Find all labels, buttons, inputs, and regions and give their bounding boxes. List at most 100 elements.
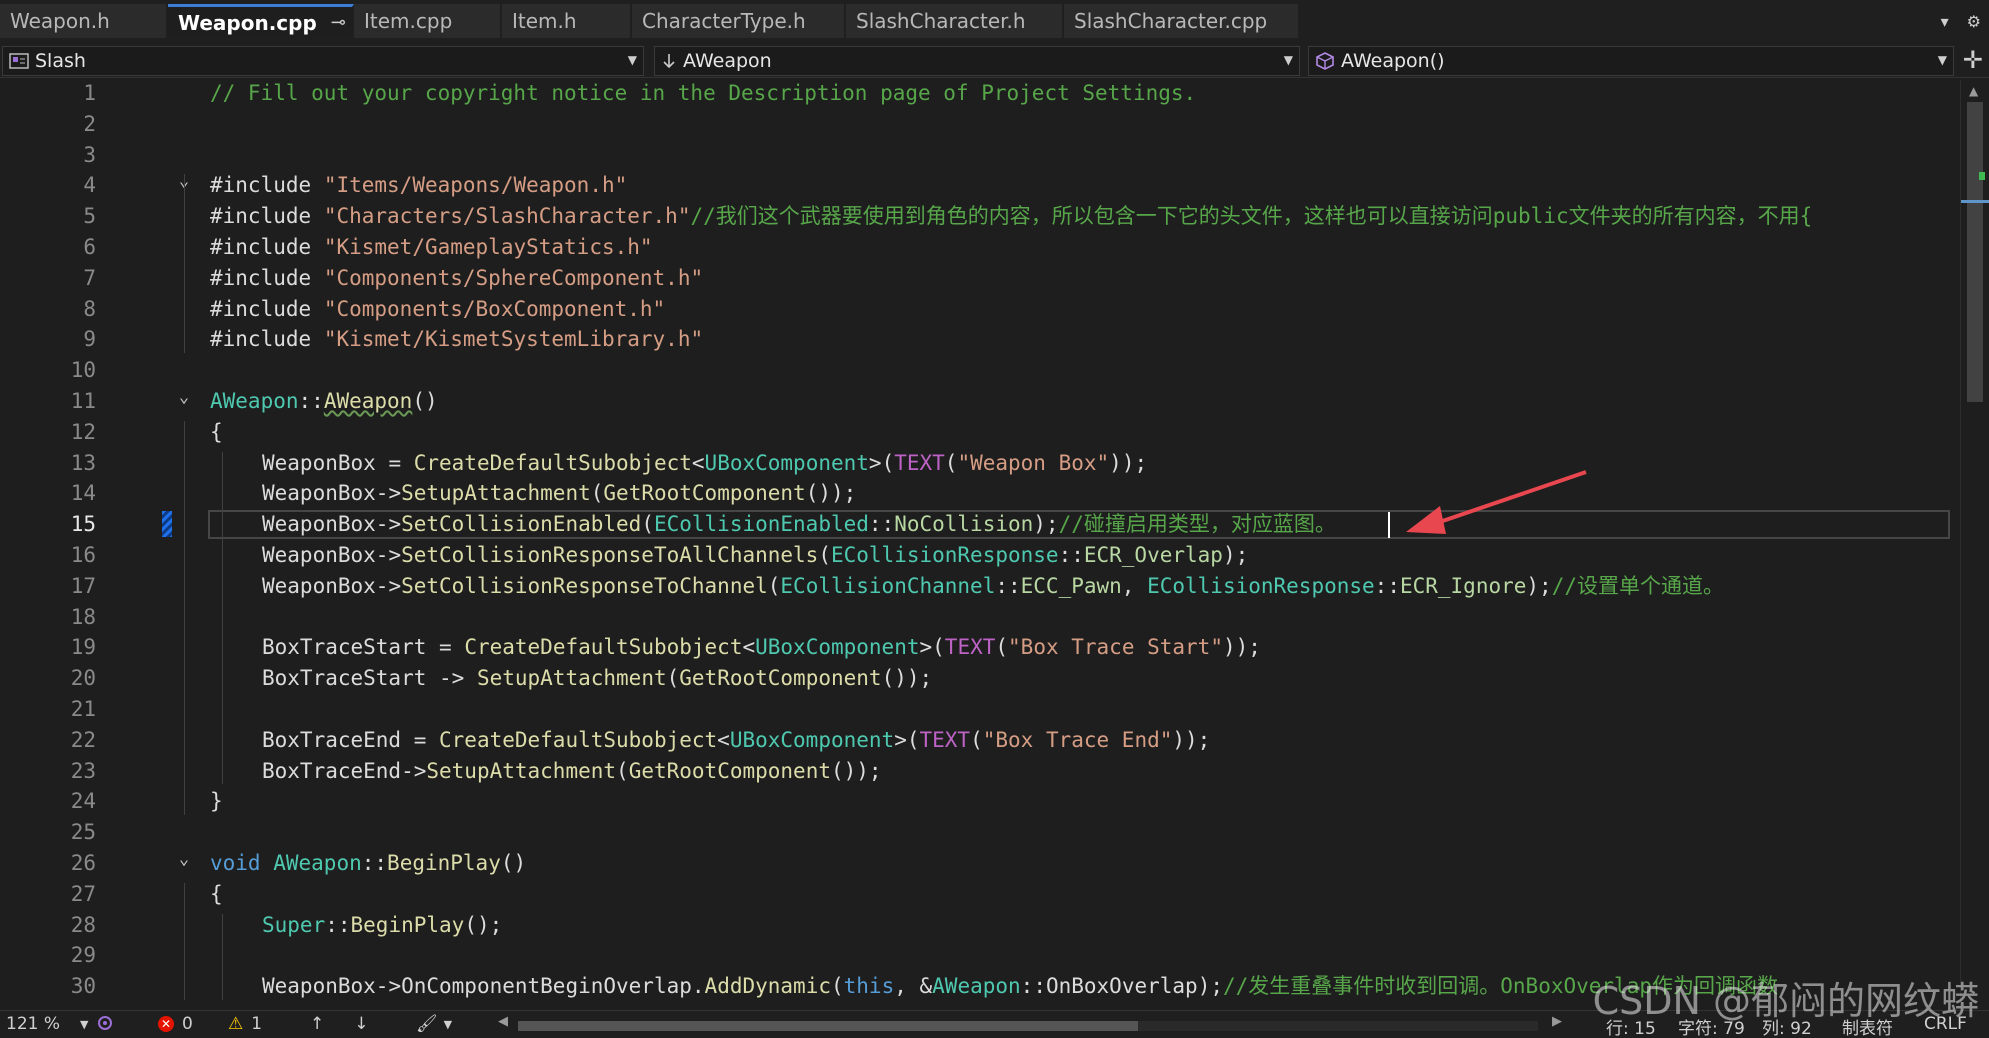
line-number: 5 — [83, 204, 96, 229]
tab-bar-controls: ▾ ⚙ — [1941, 12, 1981, 31]
tab-slashcharacter-h[interactable]: SlashCharacter.h — [846, 4, 1064, 38]
code-editor[interactable]: 1 // Fill out your copyright notice in th… — [0, 80, 1960, 1010]
tab-label: Item.h — [512, 9, 577, 33]
code-line[interactable]: 12 { — [0, 417, 1960, 448]
current-line-highlight — [208, 510, 1950, 540]
scroll-right-icon[interactable]: ▶ — [1552, 1014, 1562, 1029]
arrow-down-icon[interactable]: ↓ — [354, 1014, 368, 1034]
annotation-arrow-icon — [1406, 470, 1587, 534]
scope-dropdown[interactable]: AWeapon ▼ — [654, 46, 1300, 76]
line-number: 1 — [83, 81, 96, 105]
scrollbar-thumb[interactable] — [1967, 102, 1983, 402]
brush-icon: 🖌 — [416, 1014, 438, 1034]
code-line[interactable]: 18 — [0, 602, 1960, 633]
scope-name: AWeapon — [683, 50, 772, 72]
tab-item-h[interactable]: Item.h — [502, 4, 632, 38]
code-line[interactable]: 4⌄#include "Items/Weapons/Weapon.h" — [0, 170, 1960, 201]
code-line[interactable]: 6 #include "Kismet/GameplayStatics.h" — [0, 232, 1960, 263]
member-dropdown[interactable]: AWeapon() ▼ — [1308, 46, 1954, 76]
line-number: 28 — [70, 912, 96, 937]
error-icon: ✕ — [158, 1016, 174, 1032]
watermark: CSDN @郁闷的网纹蟒 — [1592, 979, 1979, 1023]
tab-weapon-h[interactable]: Weapon.h — [0, 4, 168, 38]
navigation-bar: Slash ▼ AWeapon ▼ AWeapon() ▼ ✛ — [0, 44, 1989, 78]
fold-chevron-icon[interactable]: ⌄ — [170, 844, 198, 875]
pin-icon[interactable]: ⊸ — [331, 12, 346, 33]
tab-weapon-cpp[interactable]: Weapon.cpp ⊸ ✕ — [168, 4, 375, 38]
code-line[interactable]: 13 WeaponBox = CreateDefaultSubobject<UBo… — [0, 448, 1960, 479]
tab-slashcharacter-cpp[interactable]: SlashCharacter.cpp — [1064, 4, 1300, 38]
indent-guide — [184, 882, 185, 1000]
code-line[interactable]: 26 ⌄ void AWeapon::BeginPlay() — [0, 848, 1960, 879]
chevron-down-icon[interactable]: ▾ — [1941, 12, 1949, 31]
code-text: WeaponBox->SetupAttachment(GetRootCompon… — [262, 481, 857, 506]
tab-label: SlashCharacter.h — [856, 9, 1026, 33]
code-line[interactable]: 10 — [0, 355, 1960, 386]
line-number: 15 — [70, 512, 96, 537]
code-line[interactable]: 5 #include "Characters/SlashCharacter.h"/… — [0, 201, 1960, 232]
intellicode-icon[interactable] — [96, 1014, 114, 1032]
scroll-up-icon[interactable]: ▲ — [1969, 84, 1978, 98]
line-number: 7 — [83, 265, 96, 290]
line-number: 17 — [70, 573, 96, 598]
code-line[interactable]: 11 ⌄ AWeapon::AWeapon() — [0, 386, 1960, 417]
error-count: 0 — [182, 1014, 193, 1034]
code-line[interactable]: 1 // Fill out your copyright notice in th… — [0, 80, 1960, 109]
code-line[interactable]: 24} — [0, 786, 1960, 817]
project-icon — [9, 52, 29, 70]
line-number: 27 — [70, 881, 96, 906]
code-text: // Fill out your copyright notice in the… — [210, 81, 1197, 105]
code-line[interactable]: 23 BoxTraceEnd->SetupAttachment(GetRootCo… — [0, 756, 1960, 787]
code-line[interactable]: 7 #include "Components/SphereComponent.h" — [0, 263, 1960, 294]
code-line[interactable]: 17 WeaponBox->SetCollisionResponseToChann… — [0, 571, 1960, 602]
arrow-up-icon[interactable]: ↑ — [310, 1014, 324, 1034]
code-line[interactable]: 8 #include "Components/BoxComponent.h" — [0, 294, 1960, 325]
vertical-scrollbar[interactable]: ▲ — [1960, 80, 1989, 1010]
code-line[interactable]: 28 Super::BeginPlay(); — [0, 910, 1960, 941]
tab-label: Item.cpp — [364, 9, 453, 33]
code-line[interactable]: 22 BoxTraceEnd = CreateDefaultSubobject<U… — [0, 725, 1960, 756]
line-number: 25 — [70, 820, 96, 845]
code-line[interactable]: 27 { — [0, 879, 1960, 910]
line-number: 18 — [70, 604, 96, 629]
document-tab-bar: Weapon.h Weapon.cpp ⊸ ✕ Item.cpp Item.h … — [0, 0, 1989, 42]
line-number: 2 — [83, 111, 96, 136]
split-view-icon[interactable]: ✛ — [1963, 46, 1983, 74]
scrollbar-thumb[interactable] — [518, 1021, 1138, 1031]
horizontal-scrollbar[interactable]: ◀ ▶ — [498, 1014, 1568, 1033]
code-text: BoxTraceEnd->SetupAttachment(GetRootComp… — [262, 758, 882, 783]
method-cube-icon — [1315, 52, 1335, 70]
code-line[interactable]: 14 WeaponBox->SetupAttachment(GetRootComp… — [0, 478, 1960, 509]
code-line[interactable]: 25 — [0, 817, 1960, 848]
text-caret — [1388, 512, 1390, 539]
scroll-left-icon[interactable]: ◀ — [498, 1014, 508, 1029]
code-line[interactable]: 2 — [0, 109, 1960, 140]
gear-icon[interactable]: ⚙ — [1967, 12, 1981, 31]
chevron-down-icon: ▼ — [627, 53, 637, 67]
code-line[interactable]: 20 BoxTraceStart -> SetupAttachment(GetRo… — [0, 663, 1960, 694]
code-line[interactable]: 29 — [0, 940, 1960, 971]
code-text: void AWeapon::BeginPlay() — [210, 851, 527, 875]
tab-charactertype-h[interactable]: CharacterType.h — [632, 4, 846, 38]
project-name: Slash — [35, 50, 86, 72]
chevron-down-icon: ▼ — [1937, 53, 1947, 67]
fold-chevron-icon[interactable]: ⌄ — [170, 382, 198, 413]
code-line[interactable]: 3 — [0, 140, 1960, 171]
line-number: 20 — [70, 666, 96, 691]
code-line[interactable]: 16 WeaponBox->SetCollisionResponseToAllCh… — [0, 540, 1960, 571]
cleanup-dropdown[interactable]: 🖌 ▼ — [416, 1014, 452, 1034]
project-dropdown[interactable]: Slash ▼ — [2, 46, 644, 76]
line-number: 8 — [83, 296, 96, 321]
warning-indicator[interactable]: ⚠ 1 — [228, 1014, 262, 1034]
tab-label: CharacterType.h — [642, 9, 806, 33]
code-line[interactable]: 9 #include "Kismet/KismetSystemLibrary.h" — [0, 324, 1960, 355]
line-number: 24 — [70, 789, 96, 814]
code-text: { — [210, 881, 223, 906]
code-text: #include "Items/Weapons/Weapon.h" — [210, 173, 628, 198]
zoom-dropdown[interactable]: 121 % ▼ — [6, 1014, 88, 1034]
tab-item-cpp[interactable]: Item.cpp — [354, 4, 502, 38]
code-line[interactable]: 19 BoxTraceStart = CreateDefaultSubobject… — [0, 632, 1960, 663]
code-line[interactable]: 21 — [0, 694, 1960, 725]
code-text: WeaponBox->SetCollisionResponseToChannel… — [262, 573, 1724, 598]
error-indicator[interactable]: ✕ 0 — [158, 1014, 193, 1034]
